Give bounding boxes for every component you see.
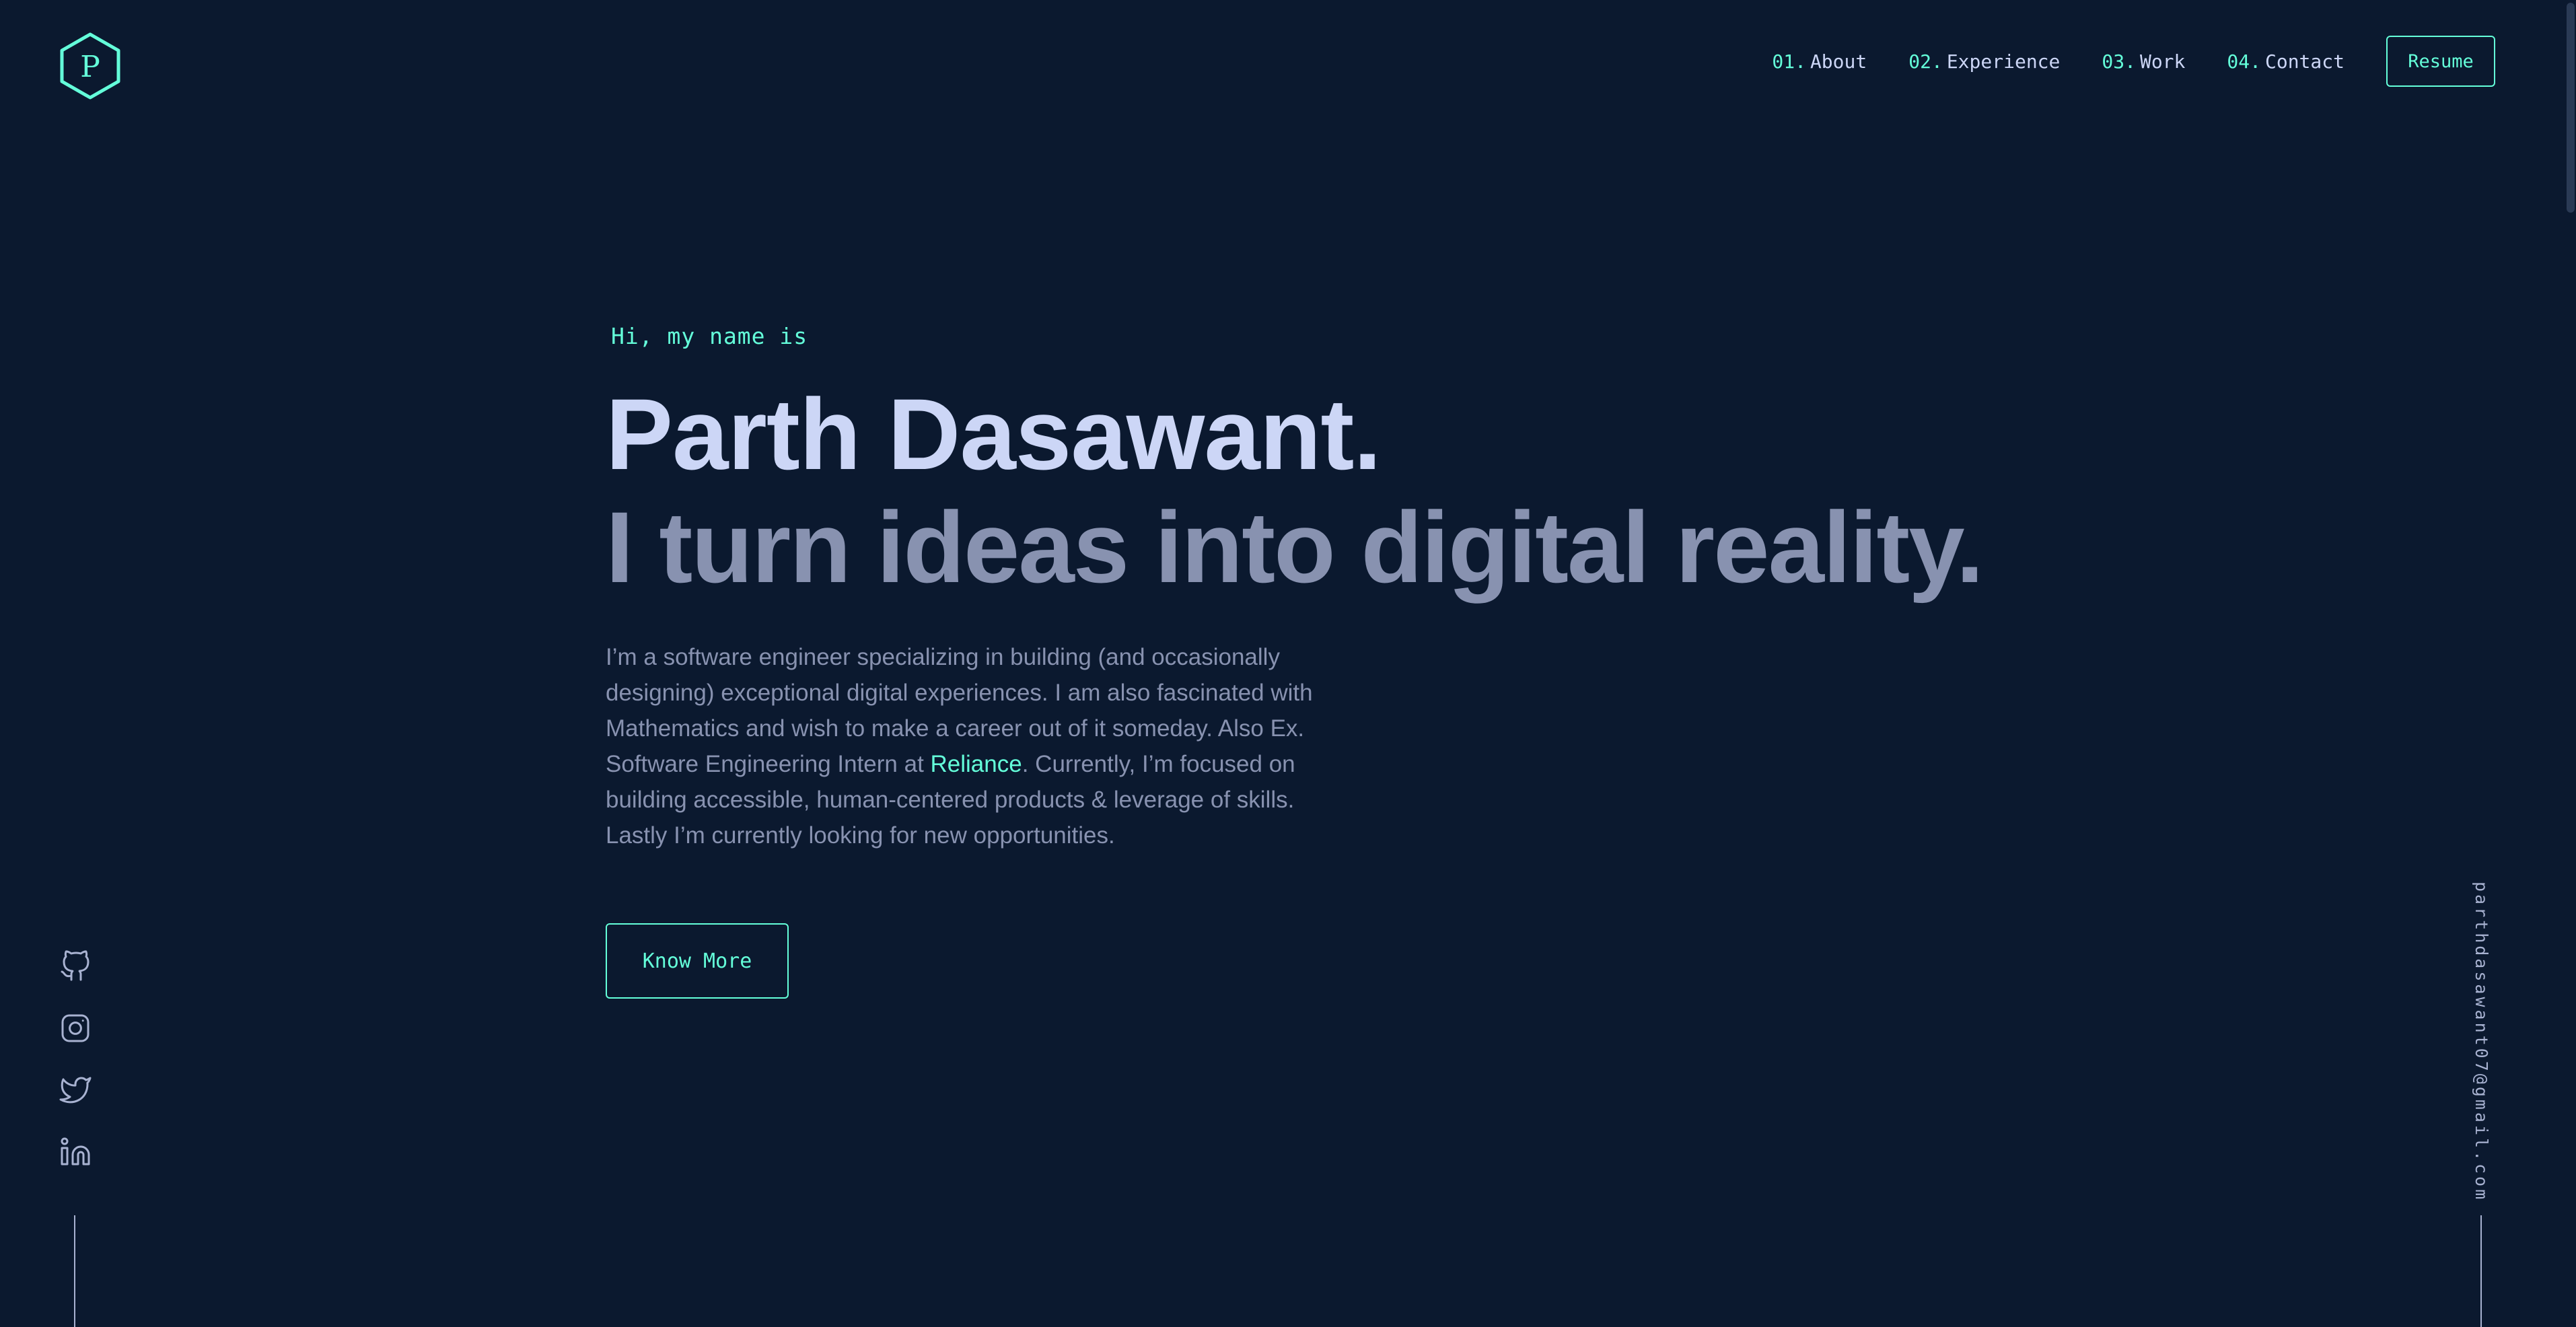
nav-contact[interactable]: 04. Contact — [2227, 50, 2345, 73]
nav-experience[interactable]: 02. Experience — [1908, 50, 2060, 73]
right-vertical-line — [2480, 1215, 2482, 1327]
nav-number: 02. — [1908, 50, 1943, 73]
instagram-link[interactable] — [59, 1012, 92, 1044]
nav-label: Work — [2139, 50, 2186, 73]
reliance-link[interactable]: Reliance — [931, 751, 1022, 777]
logo[interactable]: P — [59, 32, 121, 100]
left-vertical-line — [74, 1215, 75, 1327]
scrollbar[interactable] — [2564, 0, 2576, 1327]
nav-number: 03. — [2102, 50, 2136, 73]
instagram-icon — [61, 1014, 90, 1042]
github-link[interactable] — [59, 950, 92, 982]
nav-number: 04. — [2227, 50, 2261, 73]
nav-label: Contact — [2264, 50, 2345, 73]
resume-button[interactable]: Resume — [2386, 36, 2495, 87]
main-nav: 01. About 02. Experience 03. Work 04. Co… — [1772, 35, 2495, 87]
know-more-button[interactable]: Know More — [606, 923, 789, 999]
nav-label: About — [1810, 50, 1867, 73]
nav-about[interactable]: 01. About — [1772, 50, 1867, 73]
hero-bio: I’m a software engineer specializing in … — [606, 639, 1346, 853]
social-links — [59, 950, 92, 1198]
email-link[interactable]: parthdasawant07@gmail.com — [2472, 882, 2491, 1202]
nav-number: 01. — [1772, 50, 1806, 73]
scrollbar-thumb[interactable] — [2567, 3, 2575, 213]
logo-letter: P — [80, 50, 100, 84]
hero-greeting: Hi, my name is — [611, 323, 808, 349]
linkedin-icon — [61, 1137, 90, 1165]
github-icon — [61, 950, 90, 981]
hexagon-logo-icon: P — [60, 32, 120, 100]
hero-tagline: I turn ideas into digital reality. — [606, 491, 1984, 604]
email-sidebar: parthdasawant07@gmail.com — [2464, 882, 2497, 1202]
twitter-icon — [59, 1077, 92, 1104]
nav-work[interactable]: 03. Work — [2102, 50, 2185, 73]
nav-label: Experience — [1946, 50, 2061, 73]
twitter-link[interactable] — [59, 1074, 92, 1106]
hero-name: Parth Dasawant. — [606, 378, 1382, 491]
linkedin-link[interactable] — [59, 1136, 92, 1168]
